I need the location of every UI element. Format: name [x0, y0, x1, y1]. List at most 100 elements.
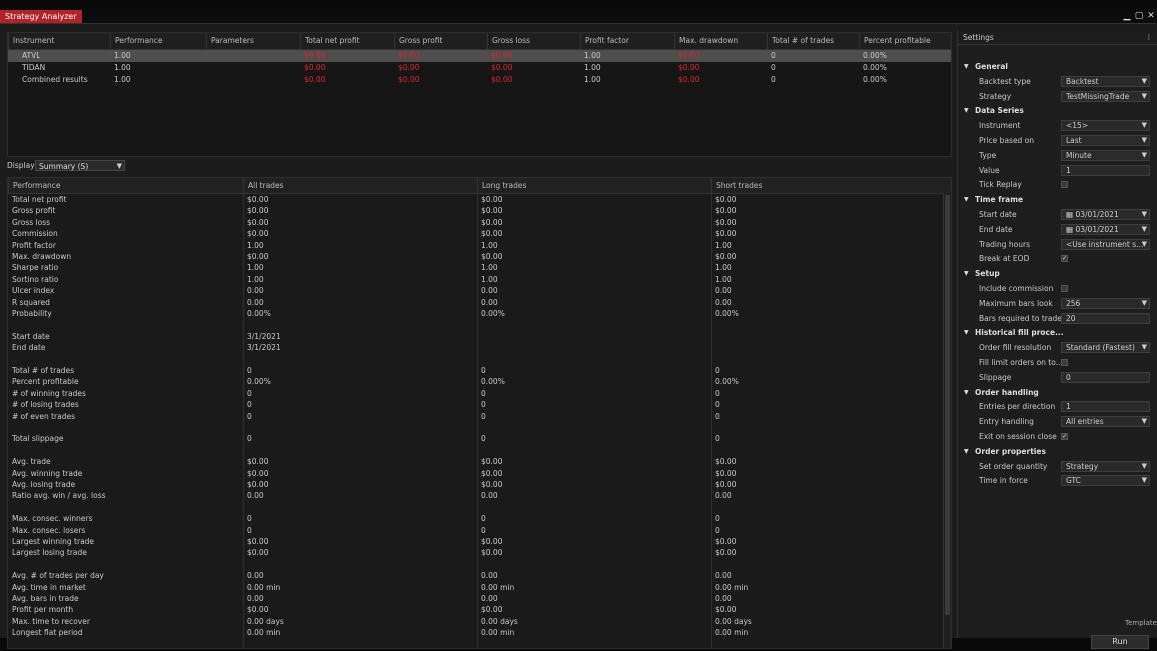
- minimize-icon[interactable]: ▁: [1122, 11, 1132, 21]
- performance-row: Total slippage 0 0 0: [8, 433, 943, 444]
- property-checkbox[interactable]: ✓: [1061, 433, 1068, 440]
- property-checkbox[interactable]: [1061, 359, 1068, 366]
- date-picker[interactable]: ▦ 03/01/2021 ▼: [1061, 209, 1150, 220]
- close-icon[interactable]: ✕: [1146, 11, 1156, 21]
- performance-cell: 0.00 min: [481, 582, 515, 592]
- property-select[interactable]: Backtest ▼: [1061, 75, 1150, 87]
- performance-cell: 1.00: [247, 274, 264, 284]
- property-input[interactable]: 0: [1061, 371, 1150, 383]
- performance-cell: 0: [247, 388, 252, 398]
- property-input[interactable]: 20: [1061, 312, 1150, 324]
- property-label: Setup: [975, 269, 1000, 279]
- property-select[interactable]: TestMissingTrade ▼: [1061, 90, 1150, 102]
- property-checkbox[interactable]: [1061, 181, 1068, 189]
- performance-cell: 0: [715, 525, 720, 535]
- performance-cell: $0.00: [247, 206, 269, 216]
- property-select[interactable]: Strategy ▼: [1061, 460, 1150, 472]
- performance-row: # of even trades 0 0 0: [8, 411, 943, 422]
- performance-row: Max. time to recover 0.00 days 0.00 days 0.…: [8, 616, 943, 627]
- results-cell: 0.00%: [863, 51, 887, 60]
- performance-row: Ulcer index 0.00 0.00 0.00: [8, 285, 943, 296]
- performance-cell: Avg. trade: [12, 457, 51, 467]
- performance-cell: 0.00%: [715, 309, 739, 318]
- expand-arrow-icon[interactable]: ▼: [964, 267, 969, 280]
- results-column-header[interactable]: Instrument: [8, 33, 110, 49]
- results-row[interactable]: ATVL 1.00 $0.00 $0.00 $0.00 1.00 $0.00 0 0.00%: [8, 50, 951, 62]
- results-column-header[interactable]: Profit factor: [580, 33, 674, 49]
- scroll-thumb[interactable]: [945, 195, 950, 615]
- performance-row: Sharpe ratio 1.00 1.00 1.00: [8, 262, 943, 273]
- property-checkbox[interactable]: ✓: [1061, 255, 1068, 263]
- expand-arrow-icon[interactable]: ▼: [964, 104, 969, 117]
- property-select[interactable]: Last ▼: [1061, 135, 1150, 146]
- expand-arrow-icon[interactable]: ▼: [964, 326, 969, 339]
- performance-cell: Max. drawdown: [12, 252, 72, 261]
- property-select[interactable]: 256 ▼: [1061, 297, 1150, 309]
- property-category[interactable]: ▼ Order handling: [958, 386, 1157, 399]
- display-select-value: Summary (S): [39, 162, 89, 171]
- results-cell: 1.00: [114, 63, 131, 72]
- property-value: 256: [1066, 298, 1081, 308]
- results-column-header[interactable]: Total # of trades: [767, 33, 859, 49]
- run-button[interactable]: Run: [1091, 635, 1149, 649]
- results-column-header[interactable]: Gross profit: [394, 33, 487, 49]
- results-column-header[interactable]: Percent profitable: [859, 33, 951, 49]
- expand-arrow-icon[interactable]: ▼: [964, 60, 969, 73]
- property-category[interactable]: ▼ Historical fill proce...: [958, 326, 1157, 339]
- performance-cell: 0: [247, 400, 252, 410]
- property-label: Tick Replay: [979, 180, 1022, 190]
- property-label: Start date: [979, 210, 1017, 219]
- property-select[interactable]: GTC ▼: [1061, 475, 1150, 487]
- performance-cell: Avg. losing trade: [12, 480, 76, 489]
- property-value: All entries: [1066, 417, 1104, 427]
- property-category[interactable]: ▼ Order properties: [958, 445, 1157, 458]
- property-category[interactable]: ▼ General: [958, 60, 1157, 73]
- property-select[interactable]: <Use instrument s... ▼: [1061, 238, 1150, 250]
- property-category[interactable]: ▼ Time frame: [958, 193, 1157, 206]
- performance-scrollbar[interactable]: [943, 193, 951, 648]
- property-select[interactable]: Minute ▼: [1061, 149, 1150, 161]
- results-row[interactable]: Combined results 1.00 $0.00 $0.00 $0.00 1.00 $…: [8, 74, 951, 86]
- window-title-tab[interactable]: Strategy Analyzer: [0, 10, 82, 23]
- menu-icon[interactable]: ⁝: [1148, 30, 1150, 45]
- property-category[interactable]: ▼ Setup: [958, 267, 1157, 280]
- template-link[interactable]: Template: [1125, 619, 1157, 627]
- performance-cell: 0: [247, 411, 252, 421]
- property-input[interactable]: 1: [1061, 401, 1150, 413]
- results-column-header[interactable]: Max. drawdown: [674, 33, 767, 49]
- results-column-header[interactable]: Parameters: [206, 33, 300, 49]
- performance-column-header[interactable]: Long trades: [477, 178, 711, 193]
- performance-row: Max. consec. losers 0 0 0: [8, 525, 943, 536]
- expand-arrow-icon[interactable]: ▼: [964, 386, 969, 399]
- expand-arrow-icon[interactable]: ▼: [964, 193, 969, 206]
- performance-cell: $0.00: [247, 480, 269, 489]
- performance-row: # of losing trades 0 0 0: [8, 399, 943, 410]
- property-select[interactable]: <15> ▼: [1061, 120, 1150, 132]
- performance-cell: 0.00 min: [715, 582, 749, 592]
- performance-cell: $0.00: [247, 217, 269, 227]
- results-cell: 0: [771, 51, 776, 60]
- results-column-header[interactable]: Performance: [110, 33, 206, 49]
- performance-cell: 0.00%: [481, 377, 505, 387]
- expand-arrow-icon[interactable]: ▼: [964, 445, 969, 458]
- property-label: Maximum bars look: [979, 298, 1053, 308]
- performance-row: Largest winning trade $0.00 $0.00 $0.00: [8, 536, 943, 547]
- performance-cell: 0: [481, 366, 486, 375]
- maximize-icon[interactable]: ▢: [1134, 11, 1144, 21]
- results-row[interactable]: TIDAN 1.00 $0.00 $0.00 $0.00 1.00 $0.00 0 0.00%: [8, 62, 951, 74]
- performance-column-header[interactable]: All trades: [243, 178, 477, 193]
- results-column-header[interactable]: Total net profit: [300, 33, 394, 49]
- property-checkbox[interactable]: [1061, 285, 1068, 292]
- performance-cell: 0.00: [481, 594, 498, 603]
- chevron-down-icon: ▼: [1141, 417, 1147, 426]
- property-select[interactable]: Standard (Fastest) ▼: [1061, 342, 1150, 354]
- property-select[interactable]: All entries ▼: [1061, 416, 1150, 428]
- performance-column-header[interactable]: Short trades: [711, 178, 943, 193]
- performance-cell: 0.00 min: [247, 582, 281, 592]
- performance-column-header[interactable]: Performance: [8, 178, 243, 193]
- property-category[interactable]: ▼ Data Series: [958, 104, 1157, 117]
- property-input[interactable]: 1: [1061, 164, 1150, 176]
- date-picker[interactable]: ▦ 03/01/2021 ▼: [1061, 223, 1150, 235]
- display-select[interactable]: Summary (S) ▼: [35, 160, 125, 171]
- results-column-header[interactable]: Gross loss: [487, 33, 580, 49]
